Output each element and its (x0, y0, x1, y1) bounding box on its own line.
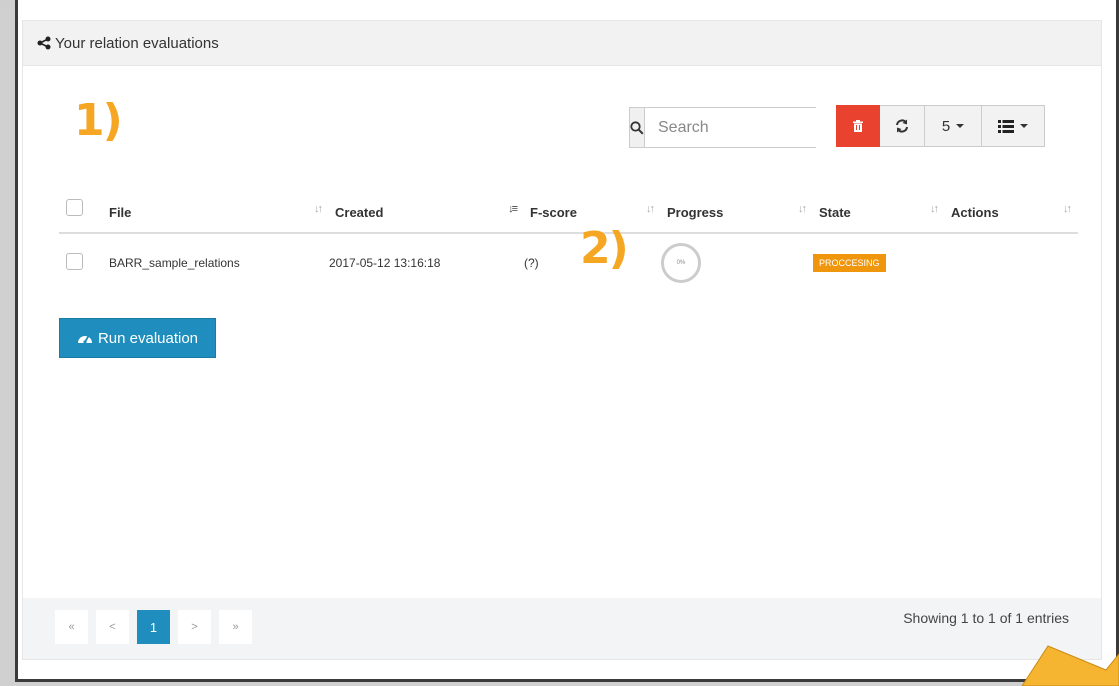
page-last-button[interactable]: » (219, 610, 252, 644)
table-row[interactable]: BARR_sample_relations 2017-05-12 13:16:1… (59, 233, 1078, 291)
status-badge: PROCCESING (813, 253, 886, 272)
cell-created: 2017-05-12 13:16:18 (329, 255, 441, 270)
sort-desc-icon: ↓≡ (508, 203, 518, 215)
pagination: « < 1 > » (55, 610, 252, 644)
cell-file: BARR_sample_relations (109, 255, 240, 270)
trash-icon (853, 120, 863, 132)
page-size-dropdown[interactable]: 5 (925, 105, 982, 147)
sort-icon: ↓↑ (1063, 203, 1072, 215)
progress-value: 0% (676, 259, 686, 266)
page-prev-button[interactable]: < (96, 610, 129, 644)
evaluations-table: File ↓↑ Created ↓≡ F-score ↓↑ Progress ↓… (59, 191, 1078, 291)
refresh-icon (896, 119, 908, 133)
sort-icon: ↓↑ (930, 203, 939, 215)
dashboard-icon (77, 335, 92, 344)
select-all-cell (59, 191, 109, 234)
columns-dropdown[interactable] (982, 105, 1045, 147)
sort-icon: ↓↑ (646, 203, 655, 215)
page-current-button[interactable]: 1 (137, 610, 170, 644)
column-label-created: Created (335, 205, 384, 220)
search-input[interactable] (645, 108, 865, 147)
search-icon (630, 120, 644, 135)
caret-down-icon (1020, 124, 1028, 128)
sort-icon: ↓↑ (314, 203, 323, 215)
column-label-progress: Progress (667, 205, 724, 220)
page-size-value: 5 (941, 117, 951, 135)
annotation-2: 2) (580, 223, 629, 274)
table-toolbar: 5 (836, 105, 1045, 147)
column-header-actions[interactable]: Actions ↓↑ (945, 191, 1078, 234)
column-header-state[interactable]: State ↓↑ (813, 191, 945, 234)
evaluations-panel: Your relation evaluations Search 5 File … (22, 20, 1102, 660)
select-all-checkbox[interactable] (66, 199, 83, 216)
cell-actions (945, 233, 1078, 291)
table-footer: « < 1 > » Showing 1 to 1 of 1 entries (23, 598, 1101, 659)
search-button[interactable] (630, 108, 645, 147)
run-evaluation-button[interactable]: Run evaluation (59, 318, 216, 358)
panel-title: Your relation evaluations (55, 34, 219, 52)
cell-state: PROCCESING (813, 233, 945, 291)
table-header-row: File ↓↑ Created ↓≡ F-score ↓↑ Progress ↓… (59, 191, 1078, 234)
share-icon (37, 36, 51, 50)
refresh-button[interactable] (880, 105, 925, 147)
column-label-actions: Actions (951, 205, 999, 220)
run-evaluation-label: Run evaluation (97, 329, 199, 347)
column-header-file[interactable]: File ↓↑ (109, 191, 329, 234)
sort-icon: ↓↑ (798, 203, 807, 215)
caret-down-icon (956, 124, 965, 128)
row-checkbox[interactable] (66, 252, 83, 270)
column-label-state: State (819, 205, 851, 220)
page-next-button[interactable]: > (178, 610, 211, 644)
column-header-progress[interactable]: Progress ↓↑ (661, 191, 813, 234)
cell-progress: 0% (661, 233, 813, 291)
panel-header: Your relation evaluations (23, 21, 1101, 66)
annotation-1: 1) (74, 95, 123, 146)
entries-info: Showing 1 to 1 of 1 entries (903, 610, 1069, 626)
row-select-cell (59, 233, 109, 291)
page-first-button[interactable]: « (55, 610, 88, 644)
column-header-created[interactable]: Created ↓≡ (329, 191, 524, 234)
arrow-annotation-icon (1021, 645, 1119, 686)
column-label-fscore: F-score (530, 205, 577, 220)
delete-button[interactable] (836, 105, 880, 147)
column-label-file: File (109, 205, 132, 220)
progress-circle: 0% (661, 242, 701, 283)
search-box (629, 107, 865, 148)
list-icon (998, 119, 1014, 133)
